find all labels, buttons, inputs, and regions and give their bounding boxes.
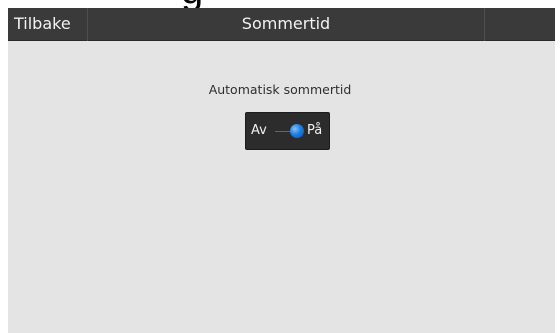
cropped-text-fragment: g: [0, 0, 560, 8]
header-bar: Tilbake Sommertid: [8, 8, 555, 41]
toggle-knob[interactable]: [290, 124, 304, 138]
page-title: Sommertid: [241, 14, 331, 33]
settings-screen: Tilbake Sommertid Automatisk sommertid A…: [8, 8, 555, 333]
back-button[interactable]: Tilbake: [8, 8, 88, 41]
toggle-off-label: Av: [251, 123, 267, 138]
toggle-on-label: På: [307, 123, 323, 138]
auto-dst-toggle[interactable]: Av På: [245, 112, 330, 150]
header-right-slot: [484, 8, 555, 41]
cropped-glyph: g: [181, 0, 209, 8]
setting-label: Automatisk sommertid: [208, 82, 352, 97]
app-frame: g Tilbake Sommertid Automatisk sommertid…: [0, 0, 560, 333]
